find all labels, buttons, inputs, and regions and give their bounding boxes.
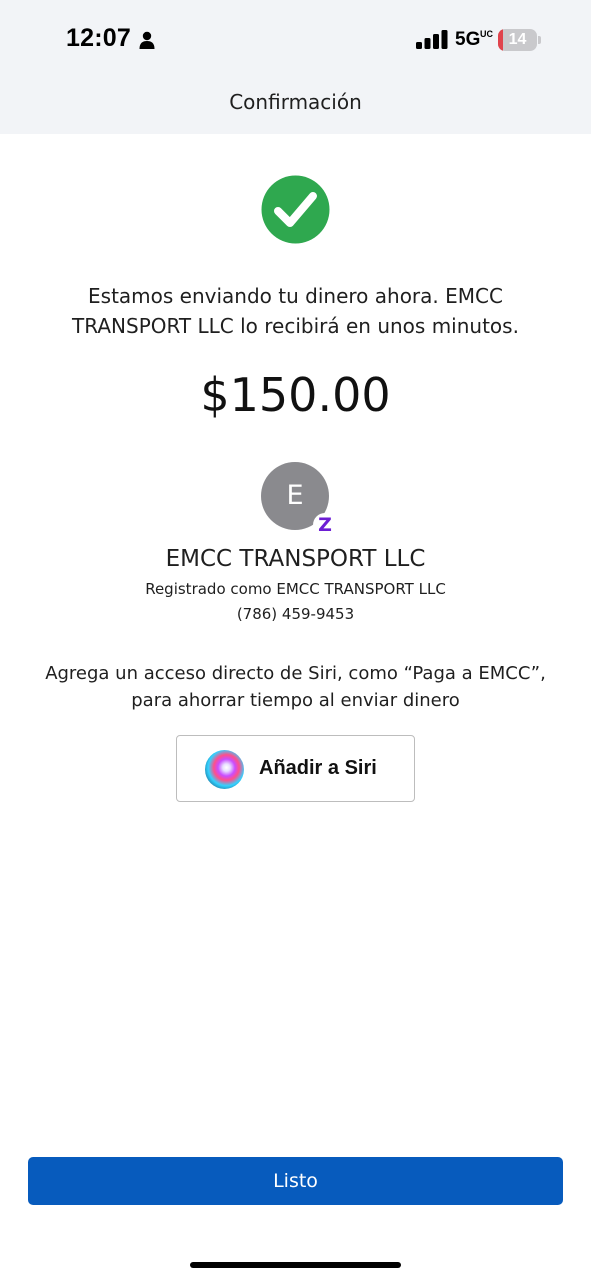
home-indicator[interactable] xyxy=(190,1262,401,1268)
zelle-icon: Z xyxy=(313,513,337,537)
done-button-label: Listo xyxy=(273,1170,318,1192)
top-header-area: 12:07 5G UC 14 Confirmación xyxy=(0,0,591,134)
recipient-name: EMCC TRANSPORT LLC xyxy=(165,546,426,572)
recipient-registered-name: Registrado como EMCC TRANSPORT LLC xyxy=(145,580,446,598)
status-bar: 12:07 5G UC 14 xyxy=(0,0,591,80)
status-time: 12:07 xyxy=(66,24,131,52)
battery-level: 14 xyxy=(508,31,527,48)
siri-icon xyxy=(205,750,244,789)
amount: $150.00 xyxy=(200,368,391,422)
recipient-phone: (786) 459-9453 xyxy=(236,605,355,623)
add-to-siri-label: Añadir a Siri xyxy=(259,757,377,779)
page-title: Confirmación xyxy=(229,90,362,114)
signal-icon xyxy=(416,30,448,49)
checkmark-icon xyxy=(261,175,330,244)
done-button[interactable]: Listo xyxy=(28,1157,563,1205)
siri-prompt: Agrega un acceso directo de Siri, como “… xyxy=(45,663,546,711)
confirmation-message: Estamos enviando tu dinero ahora. EMCC T… xyxy=(72,284,519,338)
add-to-siri-button[interactable]: Añadir a Siri xyxy=(176,735,415,802)
zelle-badge-letter: Z xyxy=(318,514,332,536)
network-type: 5G xyxy=(455,29,481,50)
person-icon xyxy=(139,31,155,49)
battery-icon: 14 xyxy=(498,29,542,51)
network-subtype: UC xyxy=(480,29,493,39)
